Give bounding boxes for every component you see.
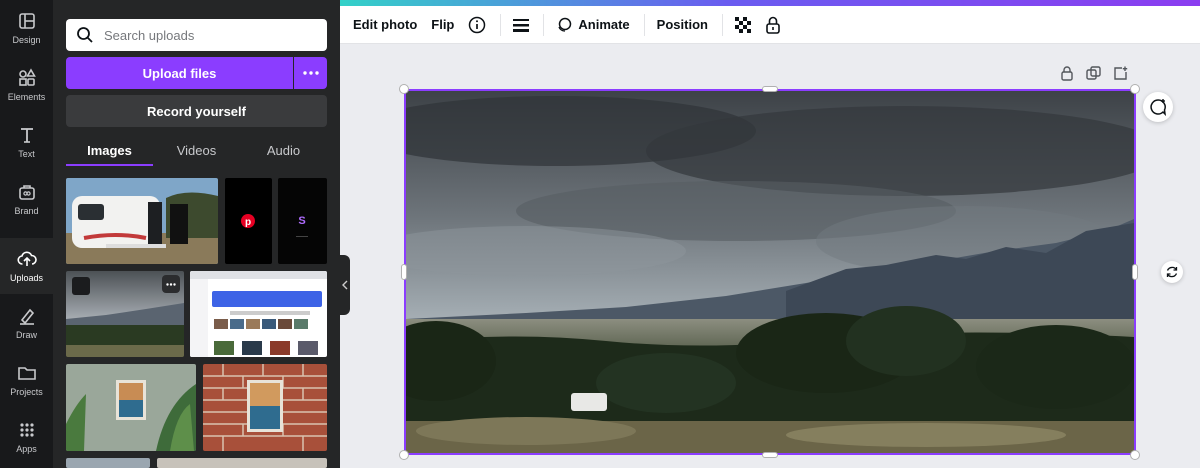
duplicate-button[interactable] [1086,66,1101,81]
editor-toolbar: Edit photo Flip Animate Position [340,6,1200,44]
upload-files-button[interactable]: Upload files [66,57,293,89]
rail-label: Apps [16,444,37,454]
resize-handle-bottom[interactable] [762,452,778,458]
upload-thumbnail[interactable] [157,458,327,468]
record-yourself-button[interactable]: Record yourself [66,95,327,127]
rail-item-elements[interactable]: Elements [0,57,53,113]
app-logo-thumb: S [296,215,308,237]
edit-photo-button[interactable]: Edit photo [353,17,417,32]
info-button[interactable] [468,16,486,34]
svg-text:p: p [245,217,251,228]
apps-icon [19,423,34,437]
rail-label: Projects [10,387,43,397]
thumb-letter: S [298,215,305,227]
tab-images[interactable]: Images [66,137,153,166]
rail-item-projects[interactable]: Projects [0,352,53,408]
border-style-button[interactable] [513,18,530,32]
screenshot-thumb [190,271,327,357]
elements-icon [18,68,36,86]
text-icon [20,128,33,143]
tab-audio[interactable]: Audio [240,137,327,166]
brand-icon [18,185,35,200]
selected-photo[interactable] [356,89,1166,455]
rail-label: Brand [14,206,39,216]
resize-handle-top-left[interactable] [399,84,409,94]
brick-wall-thumb [203,364,327,451]
search-box[interactable] [66,19,327,51]
design-icon [18,13,35,29]
upload-thumbnail[interactable]: S [278,178,327,264]
search-icon [77,27,93,43]
uploads-panel: Upload files Record yourself Images Vide… [53,0,340,468]
rail-item-design[interactable]: Design [0,0,53,56]
upload-thumbnail-selected[interactable] [66,271,184,357]
toolbar-divider [643,13,645,36]
upload-thumbnail[interactable] [66,458,150,468]
resize-handle-bottom-right[interactable] [1130,450,1140,460]
pinterest-thumb: p [241,214,255,228]
rail-label: Uploads [9,273,44,283]
add-page-icon [1114,66,1128,80]
upload-more-button[interactable] [294,57,327,89]
upload-thumbnail[interactable] [66,178,218,264]
animate-button[interactable]: Animate [556,17,630,33]
transparency-button[interactable] [734,16,751,33]
rail-item-brand[interactable]: Brand [0,171,53,227]
upload-thumbnail[interactable] [203,364,327,451]
flip-button[interactable]: Flip [431,17,454,32]
select-checkbox[interactable] [72,277,90,295]
duplicate-icon [1086,66,1101,80]
rotate-icon [1166,266,1178,278]
lock-icon [1061,66,1073,81]
lock-button[interactable] [765,16,781,34]
rotate-button[interactable] [1161,261,1183,283]
thumbnail-more-button[interactable] [162,275,180,293]
resize-handle-bottom-left[interactable] [399,450,409,460]
lock-element-button[interactable] [1060,66,1074,81]
resize-handle-right[interactable] [1132,264,1138,280]
rail-item-text[interactable]: Text [0,114,53,170]
position-button[interactable]: Position [657,17,708,32]
element-quick-actions [1048,66,1128,81]
upload-thumbnail[interactable]: p [225,178,272,264]
transparency-icon [734,16,751,33]
resize-handle-top-right[interactable] [1130,84,1140,94]
toolbar-divider [543,13,545,36]
rail-label: Text [18,149,35,159]
rail-item-uploads[interactable]: Uploads [0,238,53,294]
left-rail: Design Elements Text Brand Uploads Draw … [0,0,53,468]
border-style-icon [513,18,530,32]
plant-wall-thumb [66,364,196,451]
chevron-left-icon [342,280,348,290]
add-comment-icon [1150,99,1167,116]
uploads-icon [16,251,37,266]
upload-thumbnail[interactable] [66,364,196,451]
media-tabs: Images Videos Audio [66,137,327,166]
projects-icon [17,367,36,380]
resize-handle-left[interactable] [401,264,407,280]
draw-icon [19,308,34,325]
resize-handle-top[interactable] [762,86,778,92]
upload-thumbnail[interactable] [190,271,327,357]
rail-label: Design [12,35,41,45]
animate-label: Animate [578,17,630,32]
collapse-panel-button[interactable] [340,255,350,315]
rail-item-apps[interactable]: Apps [0,409,53,465]
search-input[interactable] [104,27,324,43]
rail-item-draw[interactable]: Draw [0,295,53,351]
comment-button[interactable] [1143,92,1173,122]
toolbar-divider [500,13,502,36]
camper-photo [66,178,218,264]
lock-icon [766,16,780,34]
more-dots-icon [166,282,176,286]
animate-icon [558,17,572,32]
rail-label: Draw [15,330,37,340]
rail-label: Elements [7,92,46,102]
tab-videos[interactable]: Videos [153,137,240,166]
mountain-landscape-photo [356,91,1166,453]
toolbar-divider [721,13,723,36]
info-icon [469,16,486,33]
more-dots-icon [302,71,319,75]
add-page-button[interactable] [1113,66,1128,81]
